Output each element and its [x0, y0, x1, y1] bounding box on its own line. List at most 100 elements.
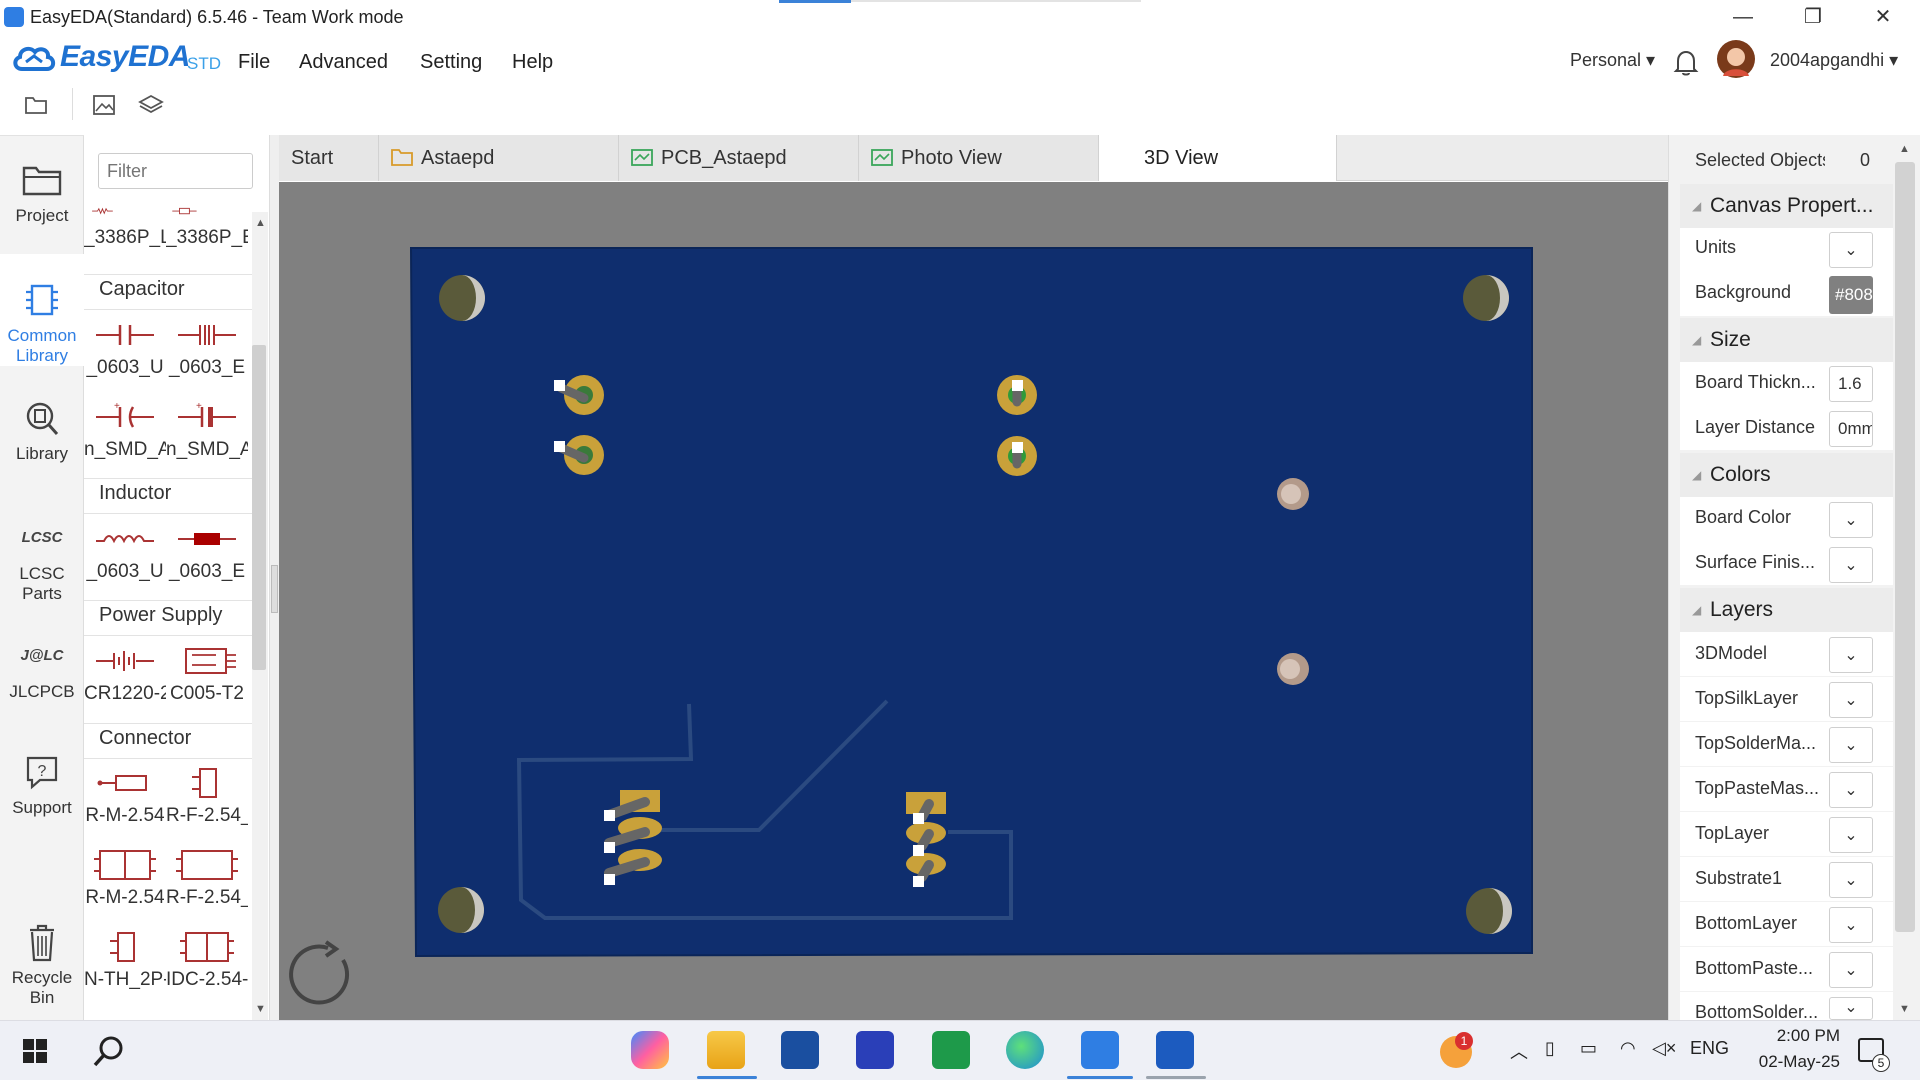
component-item[interactable]: _0603_E — [166, 519, 248, 583]
layer-distance-input[interactable]: 0mm — [1829, 411, 1873, 447]
user-menu[interactable]: 2004apgandhi ▾ — [1770, 50, 1898, 71]
background-color-input[interactable]: #808080 — [1829, 276, 1873, 314]
tab-start[interactable]: Start — [279, 135, 379, 181]
units-select[interactable]: ⌄ — [1829, 232, 1873, 268]
component-item[interactable]: R-F-2.54_ — [166, 763, 248, 827]
section-layers[interactable]: Layers — [1680, 588, 1902, 632]
scroll-up-arrow-icon[interactable]: ▲ — [255, 217, 266, 229]
board-thickness-input[interactable]: 1.6 — [1829, 366, 1873, 402]
section-canvas-properties[interactable]: Canvas Propert... — [1680, 184, 1902, 228]
nav-recycle-bin[interactable]: Recycle Bin — [0, 922, 84, 1012]
volume-icon[interactable]: ◁× — [1652, 1038, 1676, 1059]
minimize-button[interactable]: — — [1715, 0, 1771, 34]
scroll-down-arrow-icon[interactable]: ▼ — [255, 1003, 266, 1015]
board-thickness-label: Board Thickn... — [1695, 372, 1816, 392]
layer-select[interactable]: ⌄ — [1829, 817, 1873, 853]
section-colors[interactable]: Colors — [1680, 453, 1902, 497]
component-item[interactable]: _3386P_E — [166, 207, 248, 249]
notification-badge: 1 — [1455, 1032, 1473, 1050]
led-component — [1277, 653, 1309, 685]
menu-file[interactable]: File — [238, 51, 270, 74]
close-button[interactable]: ✕ — [1855, 0, 1911, 34]
layer-select[interactable]: ⌄ — [1829, 727, 1873, 763]
open-folder-icon[interactable] — [24, 94, 48, 116]
google-classroom-icon[interactable] — [932, 1031, 970, 1069]
nav-library[interactable]: Library — [0, 398, 84, 468]
category-capacitor[interactable]: Capacitor — [99, 278, 185, 301]
section-size[interactable]: Size — [1680, 318, 1902, 362]
component-item[interactable]: _0603_E — [166, 315, 248, 379]
component-item[interactable]: IDC-2.54- — [166, 927, 248, 991]
clock-date[interactable]: 02-May-25 — [1750, 1052, 1840, 1072]
photo-icon — [871, 149, 893, 166]
scroll-down-arrow-icon[interactable]: ▼ — [1899, 1003, 1910, 1015]
category-power-supply[interactable]: Power Supply — [99, 604, 222, 627]
menu-help[interactable]: Help — [512, 51, 553, 74]
wifi-icon[interactable]: ◠ — [1620, 1038, 1636, 1059]
windows-start-icon[interactable] — [22, 1038, 48, 1064]
layer-select[interactable]: ⌄ — [1829, 772, 1873, 808]
nav-jlcpcb[interactable]: J@LC JLCPCB — [0, 636, 84, 702]
library-filter-input[interactable] — [98, 153, 253, 189]
language-indicator[interactable]: ENG — [1690, 1038, 1729, 1059]
common-library-panel: _3386P_L _3386P_E Capacitor _0603_U _060… — [84, 135, 270, 1020]
layer-select[interactable]: ⌄ — [1829, 997, 1873, 1020]
component-item[interactable]: + n_SMD_A — [84, 397, 166, 461]
nav-support[interactable]: ? Support — [0, 752, 84, 818]
restore-button[interactable]: ❐ — [1785, 0, 1841, 34]
microsoft-store-icon[interactable] — [781, 1031, 819, 1069]
nav-lcsc-parts[interactable]: LCSC LCSC Parts — [0, 518, 84, 603]
rotate-view-icon[interactable] — [288, 940, 358, 1010]
nav-common-library[interactable]: Common Library — [0, 254, 84, 366]
component-item[interactable]: CR1220-2 — [84, 641, 166, 705]
user-avatar[interactable] — [1717, 40, 1755, 78]
layer-select[interactable]: ⌄ — [1829, 907, 1873, 943]
tab-3d-view[interactable]: 3D View — [1099, 135, 1337, 181]
nav-project[interactable]: Project — [0, 160, 84, 250]
category-connector[interactable]: Connector — [99, 727, 191, 750]
menu-setting[interactable]: Setting — [420, 51, 482, 74]
menu-advanced[interactable]: Advanced — [299, 51, 388, 74]
edge-browser-icon[interactable] — [1006, 1031, 1044, 1069]
copilot-app-icon[interactable] — [631, 1031, 669, 1069]
surface-finish-select[interactable]: ⌄ — [1829, 547, 1873, 583]
notification-bell-icon[interactable] — [1673, 48, 1699, 76]
library-scroll-thumb[interactable] — [252, 345, 266, 670]
component-item[interactable]: _0603_U — [84, 315, 166, 379]
component-item[interactable]: C005-T2 — [166, 641, 248, 705]
clock-time[interactable]: 2:00 PM — [1750, 1026, 1840, 1046]
window-title: EasyEDA(Standard) 6.5.46 - Team Work mod… — [30, 7, 404, 27]
layer-select[interactable]: ⌄ — [1829, 637, 1873, 673]
layers-icon[interactable] — [138, 93, 164, 117]
workspace-dropdown[interactable]: Personal ▾ — [1570, 50, 1655, 71]
layer-select[interactable]: ⌄ — [1829, 952, 1873, 988]
layer-select[interactable]: ⌄ — [1829, 682, 1873, 718]
category-inductor[interactable]: Inductor — [99, 482, 171, 505]
tab-astaepd[interactable]: Astaepd — [379, 135, 619, 181]
component-item[interactable]: R-M-2.54 — [84, 763, 166, 827]
component-item[interactable]: _3386P_L — [84, 207, 166, 249]
scroll-up-arrow-icon[interactable]: ▲ — [1899, 143, 1910, 155]
file-explorer-icon[interactable] — [707, 1031, 745, 1069]
meet-icon[interactable]: ▯ — [1545, 1038, 1555, 1059]
pcb-3d-render[interactable] — [279, 182, 1668, 1020]
layer-label: TopLayer — [1695, 823, 1770, 843]
component-item[interactable]: R-F-2.54_ — [166, 845, 248, 909]
properties-scroll-thumb[interactable] — [1895, 162, 1915, 932]
board-color-select[interactable]: ⌄ — [1829, 502, 1873, 538]
app-m-icon[interactable] — [856, 1031, 894, 1069]
collapse-left-handle[interactable] — [271, 565, 278, 613]
component-item[interactable]: _0603_U — [84, 519, 166, 583]
word-app-icon[interactable] — [1156, 1031, 1194, 1069]
search-icon[interactable] — [92, 1034, 126, 1068]
layer-select[interactable]: ⌄ — [1829, 862, 1873, 898]
component-item[interactable]: N-TH_2P- — [84, 927, 166, 991]
easyeda-taskbar-icon[interactable] — [1081, 1031, 1119, 1069]
tab-photo-view[interactable]: Photo View — [859, 135, 1099, 181]
component-item[interactable]: R-M-2.54 — [84, 845, 166, 909]
battery-icon[interactable]: ▭ — [1580, 1038, 1597, 1059]
tray-overflow-icon[interactable]: ︿ — [1510, 1038, 1528, 1064]
tab-pcb-astaepd[interactable]: PCB_Astaepd — [619, 135, 859, 181]
image-export-icon[interactable] — [91, 93, 117, 117]
component-item[interactable]: + n_SMD_A — [166, 397, 248, 461]
